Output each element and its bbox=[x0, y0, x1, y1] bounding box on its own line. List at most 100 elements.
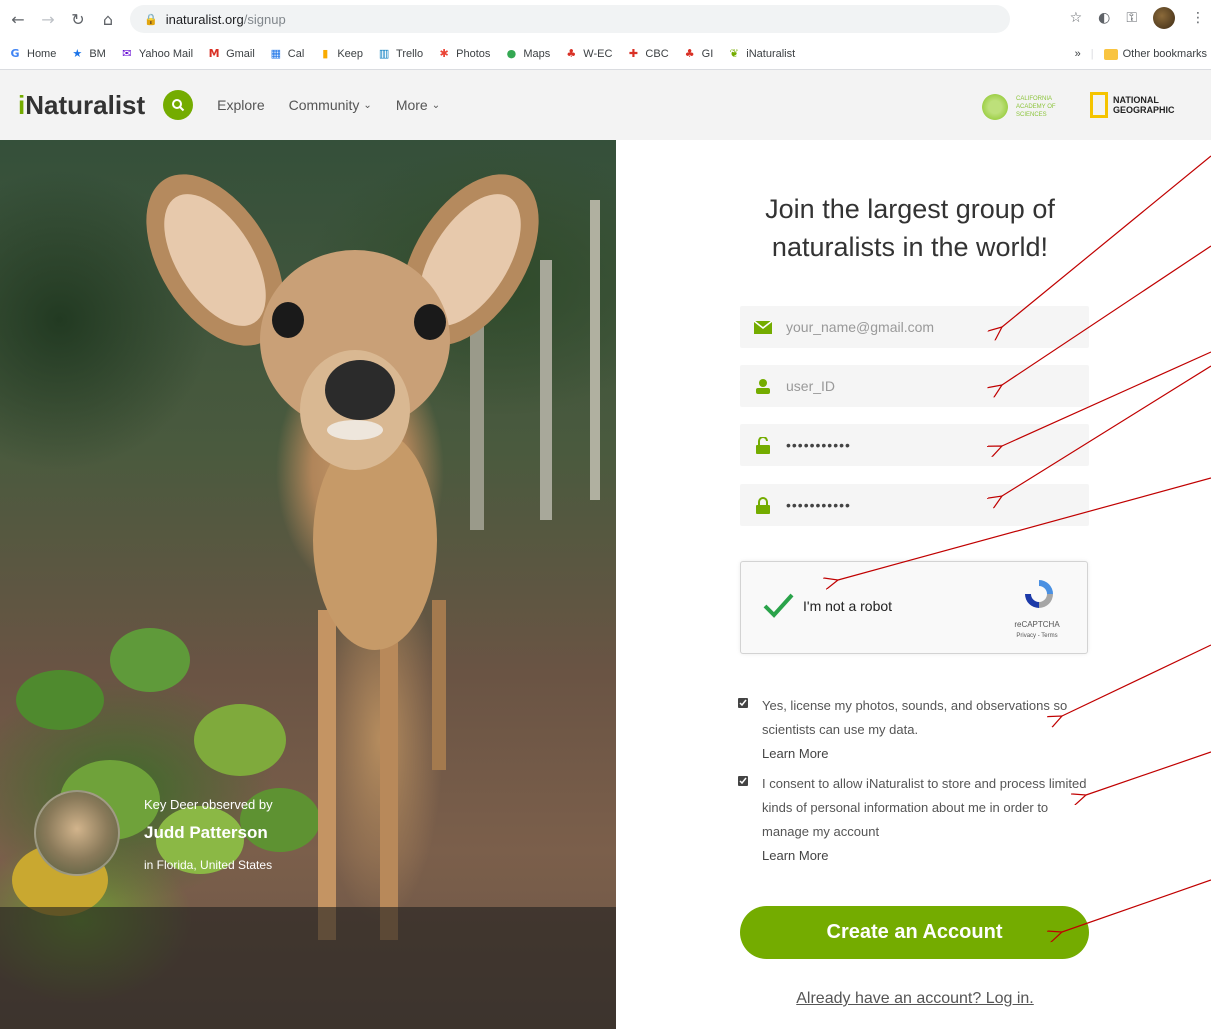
menu-icon[interactable]: ⋮ bbox=[1191, 10, 1205, 26]
bookmark-label: Trello bbox=[396, 47, 424, 60]
deer-illustration bbox=[12, 174, 600, 940]
bookmark-label: W-EC bbox=[583, 47, 613, 60]
bookmark-favicon-icon: ▥ bbox=[378, 47, 390, 60]
recaptcha-logo-icon bbox=[1025, 580, 1053, 608]
bookmark-label: Home bbox=[27, 47, 57, 60]
bookmark-favicon-icon: G bbox=[10, 47, 20, 60]
user-icon bbox=[754, 378, 772, 394]
bookmark-item[interactable]: ▮ Keep bbox=[318, 47, 363, 61]
nav-explore-label: Explore bbox=[217, 97, 265, 113]
star-icon[interactable]: ☆ bbox=[1070, 10, 1083, 26]
bookmark-item[interactable]: ★ BM bbox=[70, 47, 105, 61]
natgeo-line1: NATIONAL bbox=[1113, 95, 1159, 105]
username-field[interactable] bbox=[740, 365, 1089, 407]
privacy-checkbox[interactable] bbox=[738, 776, 748, 786]
other-bookmarks[interactable]: Other bookmarks bbox=[1103, 48, 1211, 60]
password-field[interactable] bbox=[740, 424, 1089, 466]
bookmark-item[interactable]: ❦ iNaturalist bbox=[727, 47, 796, 61]
password-confirm-input[interactable] bbox=[786, 497, 1066, 513]
bookmark-favicon-icon: ❦ bbox=[729, 47, 739, 60]
license-text: Yes, license my photos, sounds, and obse… bbox=[762, 698, 1068, 737]
lock-icon bbox=[754, 496, 772, 514]
bookmark-favicon-icon: ✚ bbox=[628, 47, 639, 60]
password-input[interactable] bbox=[786, 437, 1066, 453]
captcha-brand: reCAPTCHA bbox=[1014, 620, 1060, 629]
address-bar[interactable]: 🔒 inaturalist.org/signup bbox=[130, 5, 1010, 33]
url-host: inaturalist.org bbox=[165, 11, 244, 27]
browser-toolbar: ← → ↻ ⌂ 🔒 inaturalist.org/signup ☆ ◐ ⚿ ⋮ bbox=[0, 0, 1211, 38]
cas-logo-text: CALIFORNIA ACADEMY OF SCIENCES bbox=[1016, 96, 1056, 118]
nav-more[interactable]: More ⌄ bbox=[396, 97, 440, 113]
bookmark-label: Cal bbox=[287, 47, 305, 60]
create-account-button[interactable]: Create an Account bbox=[740, 906, 1089, 959]
nav-explore[interactable]: Explore bbox=[217, 97, 264, 113]
privacy-text: I consent to allow iNaturalist to store … bbox=[762, 776, 1087, 839]
bookmark-favicon-icon: ★ bbox=[72, 47, 83, 60]
cas-burst-icon bbox=[980, 92, 1010, 122]
bookmark-item[interactable]: ♣ W-EC bbox=[564, 47, 612, 61]
bookmark-favicon-icon: ● bbox=[506, 47, 517, 60]
license-consent: Yes, license my photos, sounds, and obse… bbox=[738, 694, 1098, 766]
observer-avatar[interactable] bbox=[34, 790, 120, 876]
bookmark-favicon-icon: ✱ bbox=[439, 47, 449, 60]
bookmark-label: Yahoo Mail bbox=[138, 47, 194, 60]
bookmark-item[interactable]: G Home bbox=[8, 47, 56, 61]
bookmark-favicon-icon: ▦ bbox=[270, 47, 281, 60]
observer-name[interactable]: Judd Patterson bbox=[144, 823, 268, 843]
bookmark-label: Photos bbox=[456, 47, 491, 60]
site-header: iNaturalist Explore Community ⌄ More ⌄ CAL… bbox=[0, 70, 1211, 140]
bookmark-item[interactable]: ✉ Yahoo Mail bbox=[120, 47, 193, 61]
bookmark-item[interactable]: ♣ GI bbox=[683, 47, 714, 61]
recaptcha-widget[interactable]: I'm not a robot reCAPTCHA Privacy - Term… bbox=[740, 561, 1088, 654]
bookmarks-overflow-icon[interactable]: » bbox=[1075, 48, 1081, 60]
page-title: Join the largest group of naturalists in… bbox=[710, 190, 1110, 266]
email-input[interactable] bbox=[786, 319, 1066, 335]
privacy-consent: I consent to allow iNaturalist to store … bbox=[738, 772, 1098, 868]
title-line-2: naturalists in the world! bbox=[771, 232, 1049, 262]
observation-place: in Florida, United States bbox=[144, 858, 273, 872]
natgeo-text: NATIONAL GEOGRAPHIC bbox=[1113, 95, 1175, 115]
nav-community[interactable]: Community ⌄ bbox=[289, 97, 372, 113]
hero-photo bbox=[0, 140, 616, 1029]
bookmark-item[interactable]: M Gmail bbox=[207, 47, 255, 61]
url-path: /signup bbox=[243, 11, 286, 27]
search-icon[interactable] bbox=[163, 90, 194, 120]
natgeo-logo[interactable]: NATIONAL GEOGRAPHIC bbox=[1090, 92, 1175, 118]
title-line-1: Join the largest group of bbox=[765, 194, 1055, 224]
bookmark-item[interactable]: ▦ Cal bbox=[269, 47, 305, 61]
email-field[interactable] bbox=[740, 306, 1089, 348]
bookmark-item[interactable]: ▥ Trello bbox=[377, 47, 423, 61]
extension-icon[interactable]: ◐ bbox=[1098, 10, 1110, 26]
profile-avatar[interactable] bbox=[1153, 7, 1175, 29]
license-checkbox[interactable] bbox=[738, 698, 748, 708]
login-link[interactable]: Already have an account? Log in. bbox=[710, 990, 1120, 1008]
bookmark-item[interactable]: ✚ CBC bbox=[626, 47, 669, 61]
logo-text: Naturalist bbox=[25, 89, 146, 120]
inaturalist-logo[interactable]: iNaturalist bbox=[18, 90, 145, 121]
key-icon[interactable]: ⚿ bbox=[1126, 10, 1137, 26]
captcha-terms-link[interactable]: Privacy - Terms bbox=[997, 633, 1077, 639]
privacy-learn-more-link[interactable]: Learn More bbox=[762, 844, 1092, 868]
checkmark-icon[interactable] bbox=[761, 588, 795, 622]
bookmark-item[interactable]: ✱ Photos bbox=[437, 47, 491, 61]
home-icon[interactable]: ⌂ bbox=[96, 7, 120, 31]
envelope-icon bbox=[754, 320, 772, 334]
bookmark-item[interactable]: ● Maps bbox=[504, 47, 551, 61]
bookmark-label: GI bbox=[701, 47, 714, 60]
password-confirm-field[interactable] bbox=[740, 484, 1089, 526]
bookmark-favicon-icon: ♣ bbox=[684, 47, 695, 60]
observation-caption: Key Deer observed by bbox=[144, 797, 273, 812]
bookmark-label: iNaturalist bbox=[746, 47, 796, 60]
bookmarks-bar: G Home ★ BM ✉ Yahoo Mail M Gmail ▦ Cal ▮ Keep ▥ Trell… bbox=[0, 38, 1211, 70]
cas-logo[interactable]: CALIFORNIA ACADEMY OF SCIENCES bbox=[980, 92, 1062, 122]
forward-icon[interactable]: → bbox=[36, 7, 60, 31]
bookmark-label: CBC bbox=[645, 47, 669, 60]
username-input[interactable] bbox=[786, 378, 1066, 394]
back-icon[interactable]: ← bbox=[6, 7, 30, 31]
bookmark-favicon-icon: ♣ bbox=[566, 47, 577, 60]
captcha-label: I'm not a robot bbox=[803, 598, 893, 614]
reload-icon[interactable]: ↻ bbox=[66, 7, 90, 31]
bookmark-label: Gmail bbox=[226, 47, 255, 60]
chevron-down-icon: ⌄ bbox=[363, 99, 372, 111]
license-learn-more-link[interactable]: Learn More bbox=[762, 742, 1092, 766]
